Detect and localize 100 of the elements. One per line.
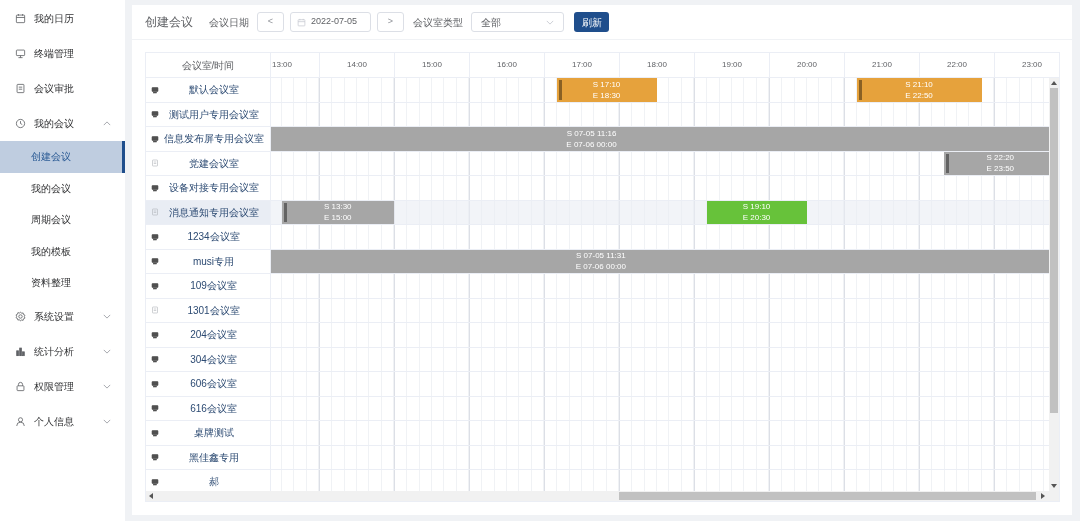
meeting-time: S 07-05 11:31 <box>576 250 626 262</box>
calendar-icon <box>15 13 26 24</box>
room-name: 郝 <box>208 475 219 490</box>
chevron-up-icon <box>103 121 111 126</box>
document-icon <box>15 83 26 94</box>
hour-label: 19:00 <box>722 59 742 71</box>
monitor-icon <box>151 232 159 241</box>
bar-chart-icon <box>15 345 26 357</box>
meeting-time: S 21:10 <box>905 78 933 90</box>
room-name: 616会议室 <box>190 401 237 416</box>
sidebar-item[interactable]: 我的日历 <box>0 1 125 36</box>
room-name: 109会议室 <box>190 279 237 294</box>
document-icon <box>151 306 159 315</box>
date-field[interactable]: 2022-07-05 <box>290 12 371 32</box>
hour-label: 15:00 <box>422 59 442 71</box>
sidebar-subitem[interactable]: 我的会议 <box>0 172 125 204</box>
monitor-icon <box>151 355 159 364</box>
sidebar-item[interactable]: 系统设置 <box>0 298 125 334</box>
room-name: 黑佳鑫专用 <box>188 450 239 465</box>
sidebar-item[interactable]: 我的会议 <box>0 106 125 141</box>
vertical-scrollbar[interactable] <box>1049 78 1059 491</box>
room-name: 桌牌测试 <box>193 426 234 441</box>
monitor-icon <box>151 110 159 119</box>
meeting-time: E 23:50 <box>986 163 1015 175</box>
hour-label: 20:00 <box>797 59 817 71</box>
chevron-down-icon <box>103 418 111 424</box>
room-name: musi专用 <box>192 254 235 269</box>
hour-label: 22:00 <box>947 59 967 71</box>
sidebar-subitem[interactable]: 资料整理 <box>0 267 125 299</box>
document-icon <box>151 159 159 168</box>
scroll-right-icon[interactable] <box>1041 493 1045 499</box>
monitor-icon <box>151 477 159 486</box>
monitor-icon <box>151 257 159 266</box>
hour-label: 23:00 <box>1022 59 1042 71</box>
refresh-button[interactable]: 刷新 <box>574 12 609 32</box>
room-type-label: 会议室类型 <box>413 15 463 30</box>
meeting-time: S 22:20 <box>986 152 1015 164</box>
hour-label: 21:00 <box>872 59 892 71</box>
room-name: 设备对接专用会议室 <box>168 181 259 196</box>
user-icon <box>15 415 26 427</box>
room-name: 1301会议室 <box>187 303 240 318</box>
hour-label: 18:00 <box>647 59 667 71</box>
page-title: 创建会议 <box>145 14 193 31</box>
monitor-icon <box>151 85 159 94</box>
monitor-icon <box>15 48 26 59</box>
meeting-time: E 22:50 <box>905 89 933 101</box>
horizontal-scrollbar[interactable] <box>146 491 1059 501</box>
room-name: 默认会议室 <box>188 83 239 98</box>
room-name: 党建会议室 <box>188 156 239 171</box>
hour-label: 17:00 <box>572 59 592 71</box>
meeting-time: S 19:10 <box>742 201 771 213</box>
chevron-down-icon <box>103 383 111 389</box>
room-name: 信息发布屏专用会议室 <box>163 132 264 147</box>
monitor-icon <box>151 428 159 437</box>
scrollbar-thumb[interactable] <box>619 492 1036 500</box>
meeting-time: E 07-06 00:00 <box>566 138 617 150</box>
scrollbar-thumb[interactable] <box>1050 88 1058 413</box>
meeting-time: E 18:30 <box>592 89 621 101</box>
column-header: 会议室/时间 <box>181 58 235 73</box>
lock-icon <box>15 380 26 392</box>
room-name: 304会议室 <box>190 352 237 367</box>
room-type-select[interactable]: 全部 <box>471 12 564 32</box>
sidebar-item[interactable]: 会议审批 <box>0 71 125 106</box>
monitor-icon <box>151 183 159 192</box>
monitor-icon <box>151 281 159 290</box>
room-name: 测试用户专用会议室 <box>168 107 259 122</box>
meeting-time: E 20:30 <box>742 212 771 224</box>
meeting-time: S 07-05 11:16 <box>566 127 617 139</box>
chevron-down-icon <box>103 313 111 319</box>
meeting-time: E 07-06 00:00 <box>575 261 626 273</box>
meeting-time: S 17:10 <box>592 78 621 90</box>
hour-label: 14:00 <box>347 59 367 71</box>
date-label: 会议日期 <box>209 15 249 30</box>
chevron-down-icon <box>103 348 111 354</box>
hour-label: 13:00 <box>272 59 292 71</box>
settings-icon <box>15 310 26 322</box>
monitor-icon <box>151 404 159 413</box>
hour-label: 16:00 <box>497 59 517 71</box>
sidebar-item[interactable]: 个人信息 <box>0 403 125 439</box>
monitor-icon <box>151 330 159 339</box>
sidebar-item[interactable]: 终端管理 <box>0 36 125 71</box>
document-icon <box>151 208 159 217</box>
monitor-icon <box>151 453 159 462</box>
clock-icon <box>15 118 26 129</box>
room-name: 消息通知专用会议室 <box>168 205 259 220</box>
monitor-icon <box>151 379 159 388</box>
meeting-time: S 13:30 <box>323 201 352 213</box>
monitor-icon <box>151 134 159 143</box>
room-name: 1234会议室 <box>187 230 240 245</box>
sidebar-item[interactable]: 权限管理 <box>0 368 125 404</box>
room-name: 204会议室 <box>190 328 237 343</box>
chevron-down-icon <box>546 19 554 25</box>
scroll-left-icon[interactable] <box>149 493 153 499</box>
calendar-icon <box>297 17 306 27</box>
sidebar-subitem[interactable]: 周期会议 <box>0 204 125 236</box>
sidebar-subitem[interactable]: 我的模板 <box>0 235 125 267</box>
sidebar-item[interactable]: 统计分析 <box>0 333 125 369</box>
sidebar-subitem[interactable]: 创建会议 <box>0 141 125 173</box>
meeting-time: E 15:00 <box>323 212 352 224</box>
room-name: 606会议室 <box>190 377 237 392</box>
